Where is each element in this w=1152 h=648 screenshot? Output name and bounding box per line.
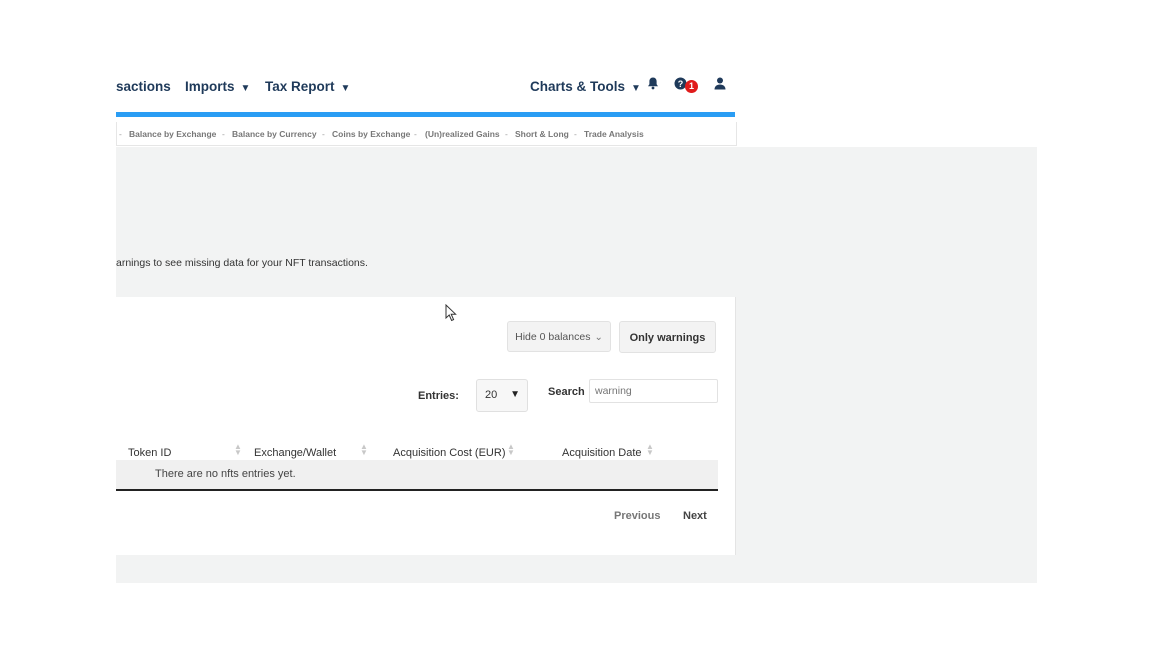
caret-down-icon: ▼ [510, 389, 520, 400]
empty-message: There are no nfts entries yet. [155, 468, 296, 480]
nav-imports-label: Imports [185, 79, 235, 94]
top-navigation: sactions Imports ▼ Tax Report ▼ Charts & T… [116, 70, 736, 106]
sort-icon: ▲ ▼ [234, 442, 242, 457]
search-label: Search [548, 386, 585, 398]
chevron-down-icon: ▼ [631, 83, 641, 94]
nav-transactions-label: sactions [116, 79, 171, 94]
column-header-token-id[interactable]: Token ID ▲ ▼ [128, 443, 242, 460]
sort-icon: ▲ ▼ [646, 442, 654, 457]
subnav-trade-analysis[interactable]: Trade Analysis [584, 129, 644, 139]
entries-select[interactable]: 20 ▼ [476, 379, 528, 412]
help-icon[interactable]: ? 1 [674, 77, 698, 93]
table-empty-row: There are no nfts entries yet. [116, 460, 718, 491]
hide-zero-balances-label: Hide 0 balances [515, 331, 591, 343]
nav-tax-report-label: Tax Report [265, 79, 335, 94]
hide-zero-balances-dropdown[interactable]: Hide 0 balances ⌄ [507, 321, 611, 352]
entries-label: Entries: [418, 390, 459, 402]
nav-tax-report[interactable]: Tax Report ▼ [265, 79, 350, 94]
sort-icon: ▲ ▼ [507, 442, 515, 457]
nav-imports[interactable]: Imports ▼ [185, 79, 250, 94]
subnav-coins-by-exchange[interactable]: Coins by Exchange [332, 129, 410, 139]
column-header-acquisition-cost[interactable]: Acquisition Cost (EUR) ▲ ▼ [393, 443, 515, 460]
sub-navigation: - Balance by Exchange - Balance by Curre… [116, 122, 737, 146]
nft-table-panel: Hide 0 balances ⌄ Only warnings Entries: … [116, 297, 736, 555]
accent-bar [116, 112, 735, 117]
chevron-down-icon: ▼ [240, 83, 251, 94]
nav-transactions[interactable]: sactions [116, 79, 171, 94]
sort-icon: ▲ ▼ [360, 442, 368, 457]
column-header-exchange-wallet[interactable]: Exchange/Wallet ▲ ▼ [254, 443, 368, 460]
previous-page-button[interactable]: Previous [614, 510, 660, 522]
user-icon[interactable] [714, 77, 726, 93]
notification-badge: 1 [685, 80, 698, 93]
bell-icon[interactable] [647, 77, 659, 93]
mouse-cursor-icon [445, 303, 457, 327]
nav-charts-tools[interactable]: Charts & Tools ▼ [530, 79, 641, 94]
column-header-acquisition-date[interactable]: Acquisition Date ▲ ▼ [562, 443, 654, 460]
svg-text:?: ? [678, 79, 684, 89]
main-content: arnings to see missing data for your NFT… [116, 147, 1037, 583]
subnav-unrealized-gains[interactable]: (Un)realized Gains [425, 129, 500, 139]
subnav-short-long[interactable]: Short & Long [515, 129, 569, 139]
only-warnings-button[interactable]: Only warnings [619, 321, 716, 353]
next-page-button[interactable]: Next [683, 510, 707, 522]
subnav-balance-by-exchange[interactable]: Balance by Exchange [129, 129, 216, 139]
entries-value: 20 [485, 389, 498, 401]
search-input[interactable] [589, 379, 718, 403]
subnav-balance-by-currency[interactable]: Balance by Currency [232, 129, 317, 139]
chevron-down-icon: ▼ [340, 83, 351, 94]
chevron-down-icon: ⌄ [594, 332, 603, 343]
info-text: arnings to see missing data for your NFT… [116, 257, 368, 269]
nav-charts-tools-label: Charts & Tools [530, 79, 626, 94]
